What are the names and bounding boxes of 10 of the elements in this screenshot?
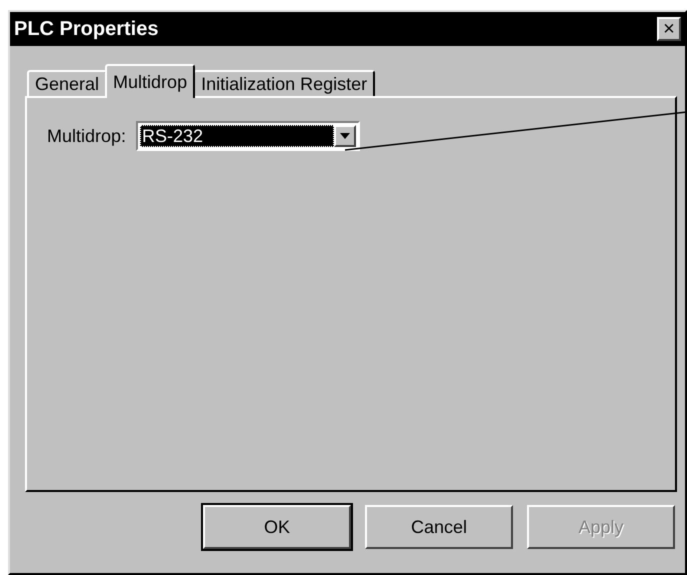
field-label: Multidrop: [47,126,126,146]
dialog-button[interactable]: OK [203,505,351,549]
dropdown-value: RS-232 [140,125,334,147]
tab[interactable]: Initialization Register [193,70,376,96]
close-button[interactable]: × [657,17,681,41]
multidrop-dropdown[interactable]: RS-232 [136,121,360,151]
tab[interactable]: Multidrop [105,64,196,98]
tab[interactable]: General [27,70,108,96]
window-title: PLC Properties [14,18,158,40]
dialog-button[interactable]: Cancel [365,505,513,549]
